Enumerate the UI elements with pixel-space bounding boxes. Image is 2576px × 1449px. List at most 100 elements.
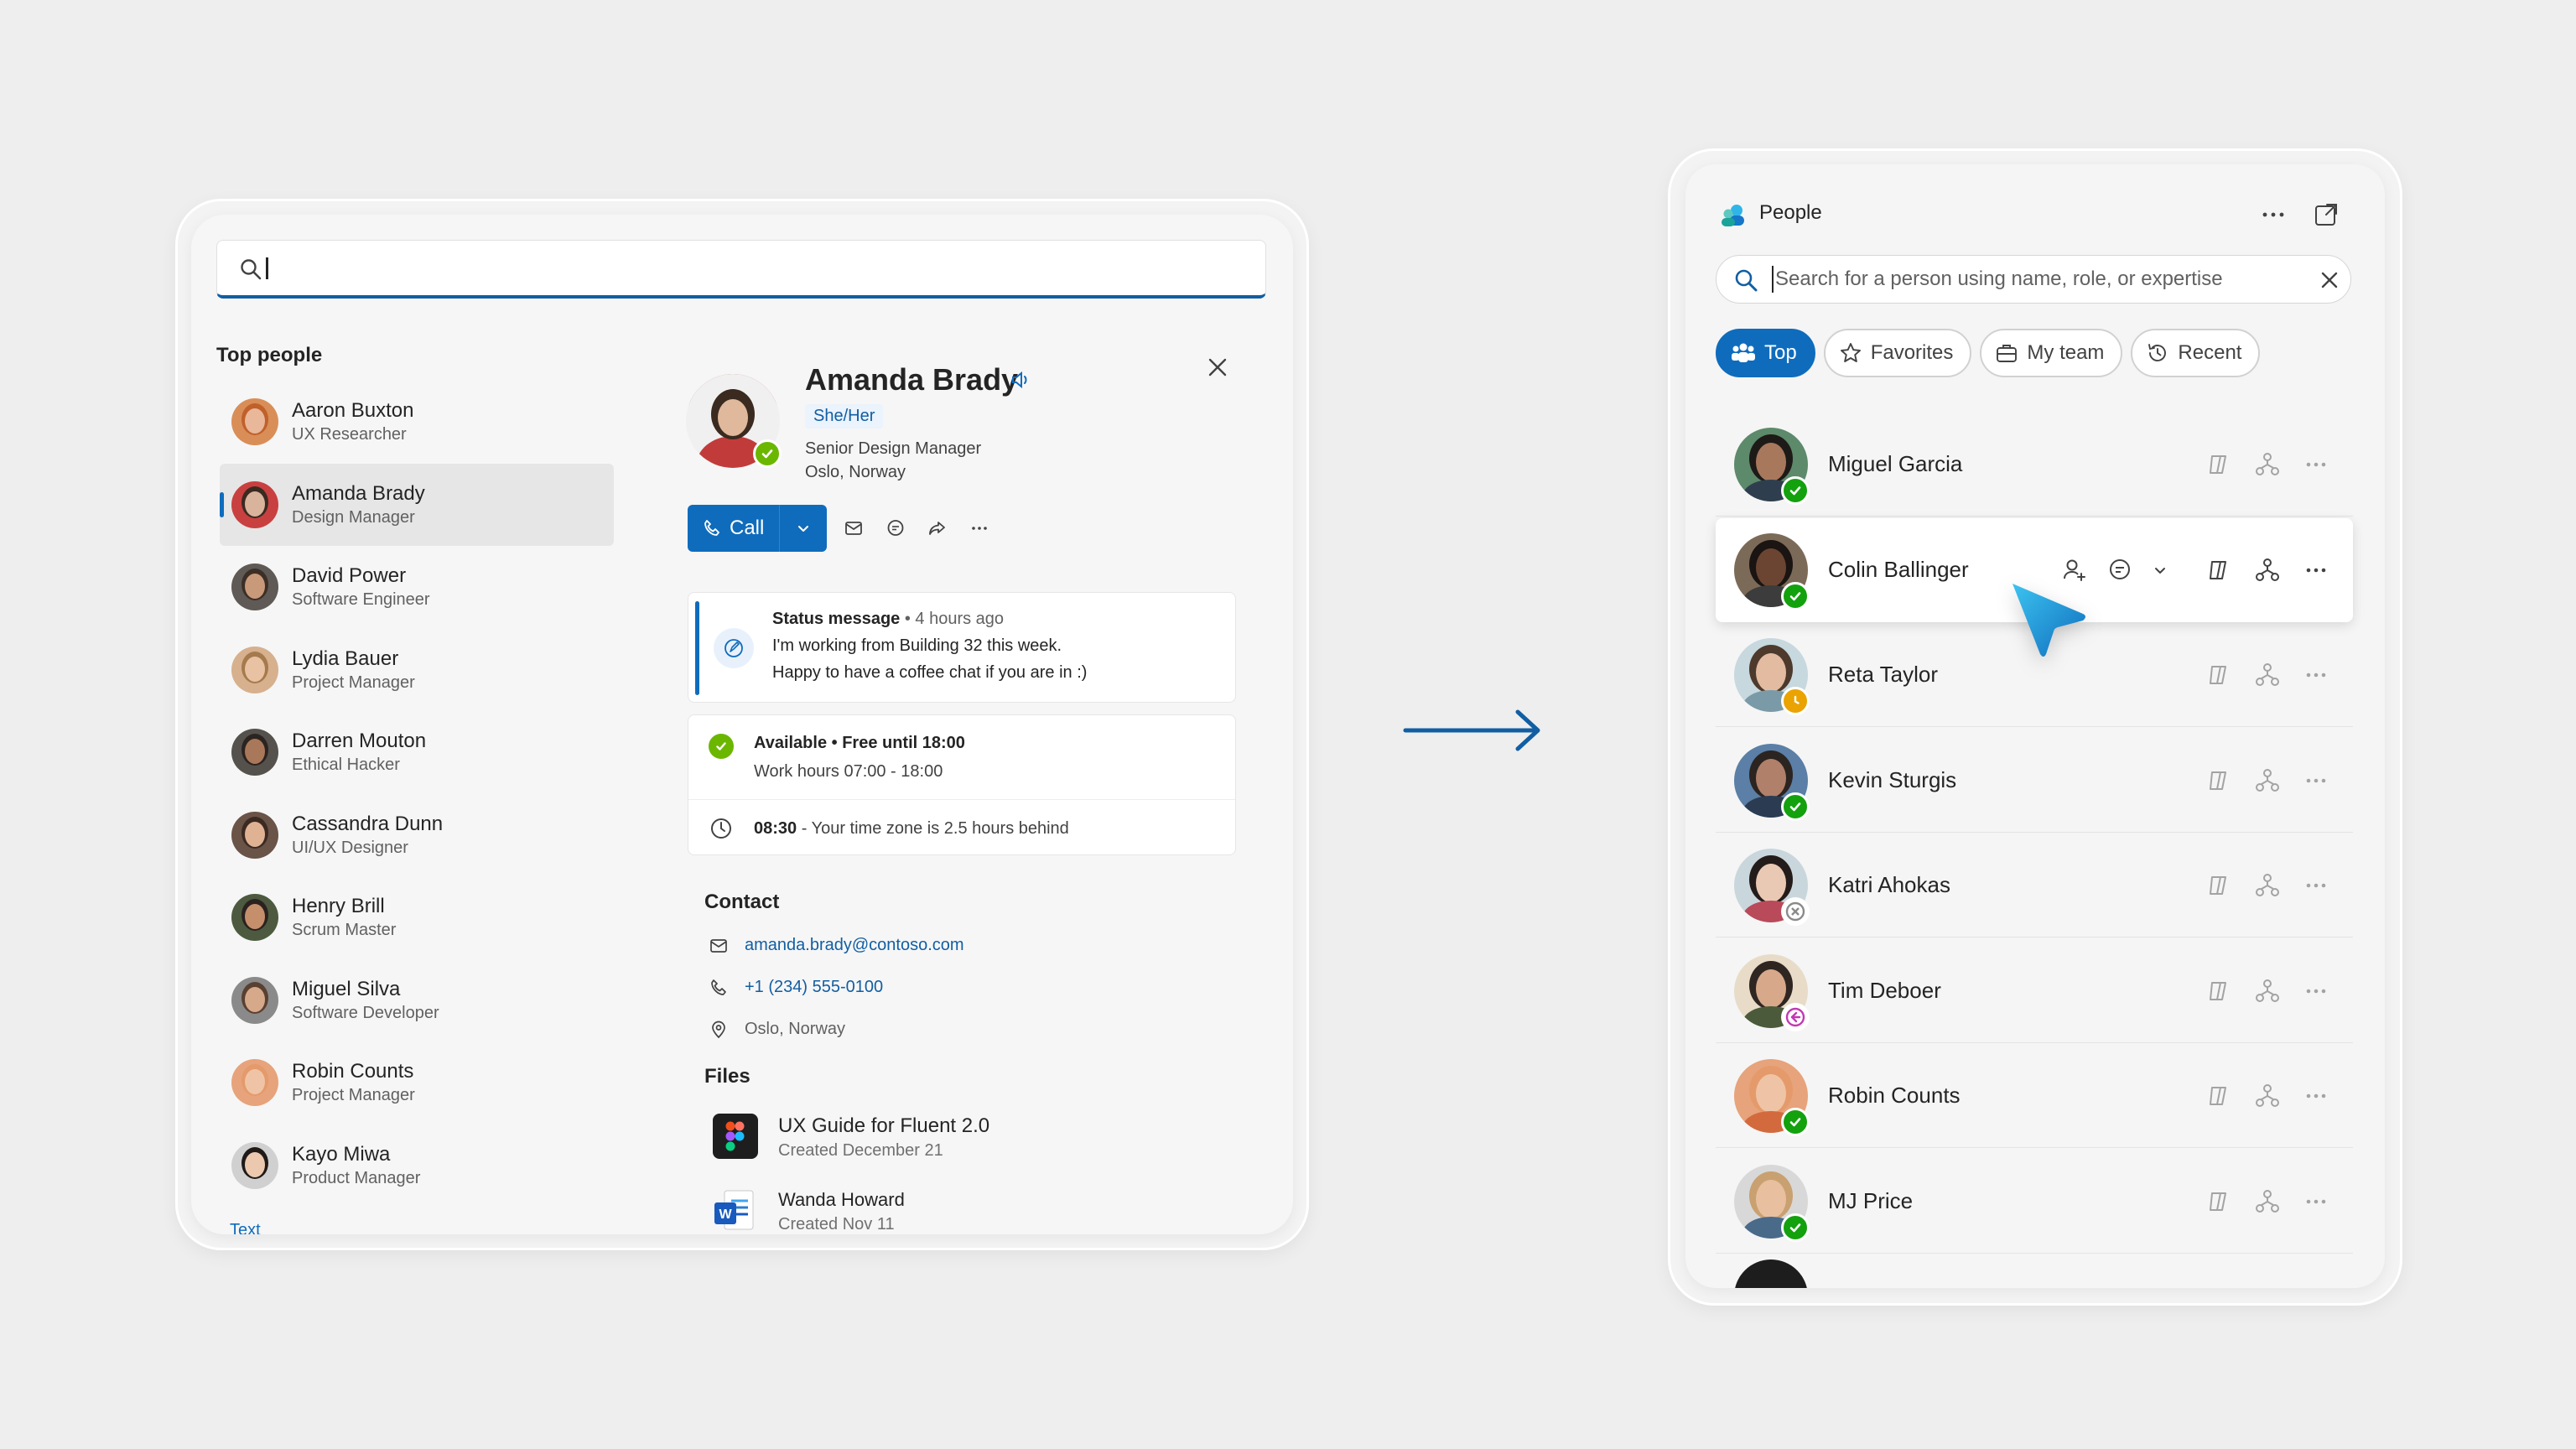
person-row[interactable]: Miguel Silva Software Developer xyxy=(220,959,614,1042)
avatar xyxy=(231,811,278,859)
person-row[interactable]: Lydia Bauer Project Manager xyxy=(220,629,614,712)
more-options-icon[interactable] xyxy=(2303,662,2329,688)
person-row[interactable]: Robin Counts Project Manager xyxy=(220,1041,614,1124)
more-options-icon[interactable] xyxy=(2261,206,2286,223)
location-pin-icon xyxy=(709,1021,731,1039)
profile-actions xyxy=(842,517,991,540)
avatar xyxy=(231,564,278,611)
chat-icon[interactable] xyxy=(884,517,907,540)
person-row[interactable]: Kevin Sturgis xyxy=(1716,729,2353,833)
app-title: People xyxy=(1759,201,1822,224)
clear-search-icon[interactable] xyxy=(2319,269,2340,291)
contact-address: Oslo, Norway xyxy=(745,1020,846,1038)
person-row[interactable]: MJ Price xyxy=(1716,1150,2353,1254)
contact-heading: Contact xyxy=(704,891,780,913)
avatar xyxy=(231,894,278,942)
copilot-icon[interactable] xyxy=(2205,662,2232,688)
status-accent-bar xyxy=(695,601,699,695)
avatar xyxy=(231,1059,278,1107)
org-chart-icon[interactable] xyxy=(2254,1083,2281,1109)
presence-out-of-office-icon xyxy=(1781,1002,1810,1031)
person-name: Robin Counts xyxy=(1828,1083,1961,1108)
more-options-icon[interactable] xyxy=(2303,1188,2329,1215)
copilot-icon[interactable] xyxy=(2205,767,2232,794)
person-name: Miguel Silva xyxy=(292,977,401,1000)
person-row[interactable]: Tim Deboer xyxy=(1716,939,2353,1043)
top-people-heading: Top people xyxy=(216,344,323,366)
filter-my-team[interactable]: My team xyxy=(1980,329,2123,377)
person-info: Cassandra Dunn UI/UX Designer xyxy=(292,812,443,859)
person-name: Tim Deboer xyxy=(1828,977,1941,1003)
file-item[interactable]: UX Guide for Fluent 2.0 Created December… xyxy=(713,1114,989,1162)
person-row[interactable]: Miguel Garcia xyxy=(1716,413,2353,517)
presence-away-icon xyxy=(1781,687,1810,715)
contact-email-row[interactable]: amanda.brady@contoso.com xyxy=(709,936,964,955)
org-chart-icon[interactable] xyxy=(2254,557,2281,584)
person-info: Robin Counts Project Manager xyxy=(292,1059,415,1106)
share-icon[interactable] xyxy=(926,517,949,540)
profile-job-title: Senior Design Manager xyxy=(805,439,982,458)
org-chart-icon[interactable] xyxy=(2254,978,2281,1005)
org-chart-icon[interactable] xyxy=(2254,767,2281,794)
person-name: Kayo Miwa xyxy=(292,1142,391,1166)
person-name: Colin Ballinger xyxy=(1828,556,1969,582)
person-name: Robin Counts xyxy=(292,1060,414,1083)
filter-recent[interactable]: Recent xyxy=(2131,329,2261,377)
more-options-icon[interactable] xyxy=(2303,1083,2329,1109)
person-name: Lydia Bauer xyxy=(292,647,399,670)
person-name: Kevin Sturgis xyxy=(1828,766,1957,792)
more-options-icon[interactable] xyxy=(2303,767,2329,794)
chat-icon[interactable] xyxy=(2106,557,2133,584)
person-name: Reta Taylor xyxy=(1828,662,1939,687)
more-options-icon[interactable] xyxy=(2303,978,2329,1005)
filter-label: Recent xyxy=(2178,341,2242,364)
contact-email[interactable]: amanda.brady@contoso.com xyxy=(745,936,964,955)
filter-favorites[interactable]: Favorites xyxy=(1823,329,1972,377)
copilot-icon[interactable] xyxy=(2205,451,2232,478)
copilot-icon[interactable] xyxy=(2205,978,2232,1005)
work-hours: Work hours 07:00 - 18:00 xyxy=(754,762,943,781)
call-main[interactable]: Call xyxy=(688,505,780,552)
call-button[interactable]: Call xyxy=(688,505,827,552)
copilot-icon[interactable] xyxy=(2205,1083,2232,1109)
call-options-chevron[interactable] xyxy=(780,521,827,536)
close-icon[interactable] xyxy=(1206,356,1229,379)
mail-icon xyxy=(709,937,731,955)
people-search-input[interactable] xyxy=(1772,266,2275,293)
filter-top[interactable]: Top xyxy=(1716,329,1815,377)
person-row[interactable]: Aaron Buxton UX Researcher xyxy=(220,381,614,464)
search-icon xyxy=(1733,267,1758,293)
more-options-icon[interactable] xyxy=(2303,872,2329,899)
presence-available-icon xyxy=(753,439,782,468)
copilot-icon[interactable] xyxy=(2205,557,2232,584)
row-actions xyxy=(2061,557,2329,584)
more-options-icon[interactable] xyxy=(968,517,991,540)
person-row[interactable]: Kayo Miwa Product Manager xyxy=(220,1124,614,1208)
person-row[interactable]: Robin Counts xyxy=(1716,1044,2353,1148)
card-divider xyxy=(688,799,1235,800)
chevron-down-icon[interactable] xyxy=(2152,557,2168,584)
org-chart-icon[interactable] xyxy=(2254,1188,2281,1215)
file-item[interactable]: W Wanda Howard Created Nov 11 xyxy=(713,1187,905,1234)
svg-text:W: W xyxy=(719,1208,732,1222)
more-options-icon[interactable] xyxy=(2303,557,2329,584)
org-chart-icon[interactable] xyxy=(2254,662,2281,688)
person-info: Darren Mouton Ethical Hacker xyxy=(292,729,426,776)
pop-out-icon[interactable] xyxy=(2313,201,2340,228)
person-row[interactable]: Amanda Brady Design Manager xyxy=(220,463,614,546)
org-chart-icon[interactable] xyxy=(2254,872,2281,899)
copilot-icon[interactable] xyxy=(2205,872,2232,899)
person-row[interactable]: Darren Mouton Ethical Hacker xyxy=(220,711,614,794)
person-row[interactable]: David Power Software Engineer xyxy=(220,546,614,629)
contact-phone[interactable]: +1 (234) 555-0100 xyxy=(745,978,883,997)
copilot-icon[interactable] xyxy=(2205,1188,2232,1215)
org-chart-icon[interactable] xyxy=(2254,451,2281,478)
more-options-icon[interactable] xyxy=(2303,451,2329,478)
person-row[interactable]: Katri Ahokas xyxy=(1716,834,2353,937)
contact-phone-row[interactable]: +1 (234) 555-0100 xyxy=(709,978,883,997)
person-row[interactable]: Henry Brill Scrum Master xyxy=(220,876,614,959)
person-row[interactable]: Cassandra Dunn UI/UX Designer xyxy=(220,794,614,877)
mail-icon[interactable] xyxy=(842,517,865,540)
pronounce-name-icon[interactable] xyxy=(1010,369,1031,391)
search-input[interactable] xyxy=(216,240,1266,299)
